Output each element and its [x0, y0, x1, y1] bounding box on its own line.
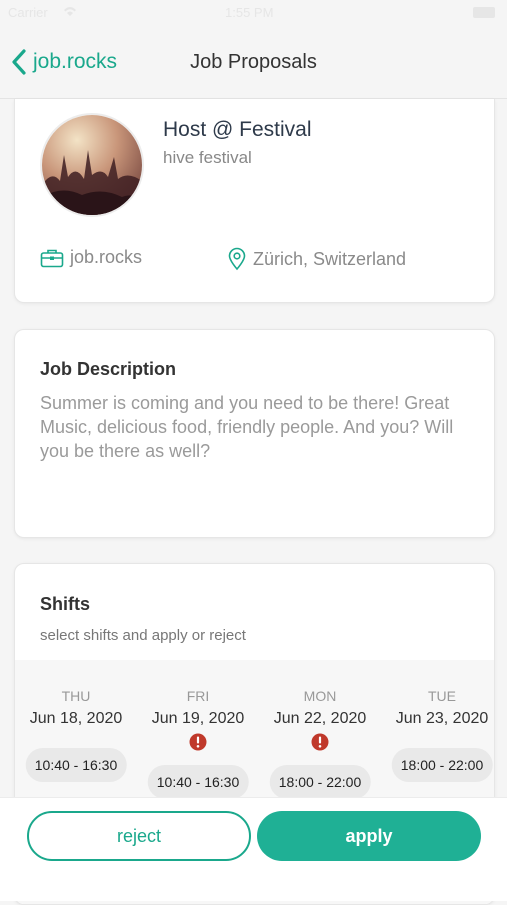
shift-day: THU: [61, 688, 91, 704]
shifts-heading: Shifts: [40, 594, 91, 614]
reject-button[interactable]: reject: [27, 811, 251, 861]
shift-time-pill[interactable]: 10:40 - 16:30: [147, 765, 249, 799]
description-text: Summer is coming and you need to be ther…: [40, 393, 454, 461]
shift-day: TUE: [428, 688, 456, 704]
navigation-bar: job.rocks Job Proposals: [0, 26, 507, 99]
apply-button[interactable]: apply: [257, 811, 481, 861]
location-row: Zürich, Switzerland: [227, 247, 406, 271]
clock: 1:55 PM: [225, 5, 274, 20]
shift-date: Jun 22, 2020: [273, 710, 367, 727]
shift-date: Jun 19, 2020: [151, 710, 245, 727]
page-title: Job Proposals: [190, 51, 317, 73]
shift-time-pill[interactable]: 18:00 - 22:00: [391, 748, 493, 782]
shift-day: MON: [303, 688, 337, 704]
shift-date: Jun 18, 2020: [29, 710, 123, 727]
employer-row: job.rocks: [40, 247, 142, 268]
job-title: Host @ Festival: [163, 118, 312, 141]
shift-date: Jun 23, 2020: [395, 710, 489, 727]
carrier-label: Carrier: [8, 5, 48, 20]
shift-time-pill[interactable]: 18:00 - 22:00: [269, 765, 371, 799]
status-bar: Carrier 1:55 PM: [0, 0, 507, 26]
wifi-icon: [62, 4, 78, 21]
warning-icon: [311, 733, 329, 751]
action-bar: reject apply: [0, 797, 507, 901]
job-avatar: [40, 113, 144, 217]
job-description-card: Job Description Summer is coming and you…: [14, 329, 495, 538]
shifts-subtitle: select shifts and apply or reject: [40, 627, 246, 644]
employer-label: job.rocks: [70, 247, 143, 267]
location-label: Zürich, Switzerland: [253, 248, 407, 269]
company-name: hive festival: [163, 148, 252, 167]
job-header-card: Host @ Festival hive festival job.rocks …: [14, 99, 495, 303]
shift-day: FRI: [186, 688, 210, 704]
warning-icon: [189, 733, 207, 751]
location-pin-icon: [228, 247, 246, 271]
briefcase-icon: [40, 249, 64, 267]
shift-time-pill[interactable]: 10:40 - 16:30: [25, 748, 127, 782]
description-heading: Job Description: [40, 359, 177, 379]
battery-icon: [473, 7, 495, 18]
